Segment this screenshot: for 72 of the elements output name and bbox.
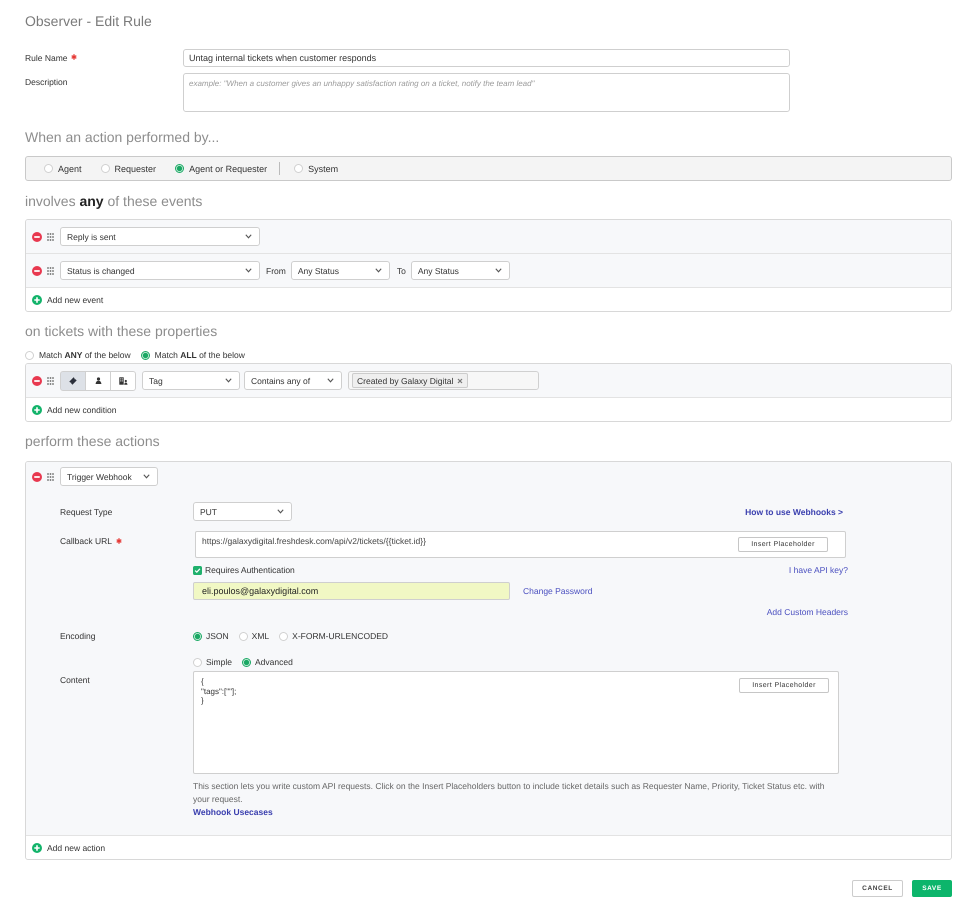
add-condition-button[interactable]: Add new condition <box>32 404 116 414</box>
radio-option[interactable]: X-FORM-URLENCODED <box>279 631 388 641</box>
scope-toggle[interactable] <box>60 370 86 390</box>
drag-handle-icon[interactable] <box>47 472 54 480</box>
event-dropdown[interactable]: Reply is sent <box>60 227 260 246</box>
remove-icon[interactable] <box>32 376 42 386</box>
radio-option[interactable]: Requester <box>100 164 156 174</box>
chevron-down-icon <box>277 509 284 514</box>
api-key-link[interactable]: I have API key? <box>788 565 848 575</box>
field-dropdown[interactable]: Tag <box>142 371 240 390</box>
tag-text: Created by Galaxy Digital <box>357 376 454 386</box>
status-dropdown[interactable]: Any Status <box>290 261 390 280</box>
operator-dropdown[interactable]: Contains any of <box>244 371 342 390</box>
drag-handle-icon[interactable] <box>47 376 54 384</box>
radio-option[interactable]: Agent <box>44 164 82 174</box>
building-icon <box>118 376 128 384</box>
person-icon <box>94 377 102 384</box>
field-label: From <box>266 266 286 276</box>
field-label: Rule Name <box>25 53 68 63</box>
add-icon <box>32 842 42 852</box>
remove-icon[interactable] <box>32 266 42 276</box>
section-heading: When an action performed by... <box>25 128 220 147</box>
checkbox-option[interactable]: Requires Authentication <box>193 565 295 575</box>
section-heading: on tickets with these properties <box>25 322 218 341</box>
tag-input-field[interactable]: Created by Galaxy Digital <box>348 371 539 390</box>
add-action-button[interactable]: Add new action <box>32 842 106 852</box>
chevron-down-icon <box>143 474 150 479</box>
chevron-down-icon <box>374 268 382 273</box>
rule-name-field[interactable]: Untag internal tickets when customer responds <box>183 49 790 67</box>
section-heading: involves any of these events <box>25 192 204 211</box>
radio-option[interactable]: System <box>294 164 338 174</box>
section-heading: perform these actions <box>25 432 161 451</box>
radio-option[interactable]: JSON <box>193 631 229 641</box>
action-dropdown[interactable]: Trigger Webhook <box>60 467 158 486</box>
chevron-down-icon <box>494 268 502 273</box>
page-title: Observer - Edit Rule <box>25 12 153 30</box>
chevron-down-icon <box>225 378 232 383</box>
chevron-down-icon <box>327 378 334 383</box>
scope-toggle[interactable] <box>110 370 136 390</box>
field-label: To <box>396 266 406 276</box>
request-type-dropdown[interactable]: PUT <box>193 502 292 521</box>
field-label: Callback URL <box>60 536 112 546</box>
radio-option[interactable]: Simple <box>193 657 232 667</box>
field-label: Encoding <box>60 631 96 641</box>
usecases-link[interactable]: Webhook Usecases <box>193 806 273 818</box>
ticket-icon <box>69 376 77 384</box>
username-field[interactable]: eli.poulos@galaxydigital.com <box>193 582 510 600</box>
change-password-link[interactable]: Change Password <box>523 586 592 596</box>
radio-option[interactable]: Advanced <box>242 657 293 667</box>
field-label: Request Type <box>60 506 112 516</box>
add-event-button[interactable]: Add new event <box>32 294 104 304</box>
radio-option[interactable]: XML <box>238 631 270 641</box>
help-text: This section lets you write custom API requests. Click on the Insert Placeholders button to include ticket details such as Requester Name, Priority, Ticket Status etc. with your request. <box>193 780 826 806</box>
add-icon <box>32 294 42 304</box>
help-link[interactable]: How to use Webhooks > <box>745 506 843 516</box>
chevron-down-icon <box>245 268 252 273</box>
drag-handle-icon[interactable] <box>47 266 54 274</box>
remove-icon[interactable] <box>32 472 42 482</box>
drag-handle-icon[interactable] <box>47 232 54 240</box>
radio-option[interactable]: Agent or Requester <box>175 164 268 174</box>
add-icon <box>32 404 42 414</box>
field-label: Content <box>60 675 90 685</box>
radio-option[interactable]: Match ANY of the below <box>25 350 131 360</box>
scope-toggle[interactable] <box>85 370 111 390</box>
custom-headers-link[interactable]: Add Custom Headers <box>766 607 848 617</box>
field-label: Description <box>25 77 68 87</box>
status-dropdown[interactable]: Any Status <box>410 261 510 280</box>
radio-option[interactable]: Match ALL of the below <box>140 350 245 360</box>
close-icon[interactable] <box>457 378 464 384</box>
chevron-down-icon <box>245 234 252 239</box>
remove-icon[interactable] <box>32 232 42 242</box>
event-dropdown[interactable]: Status is changed <box>60 261 260 280</box>
